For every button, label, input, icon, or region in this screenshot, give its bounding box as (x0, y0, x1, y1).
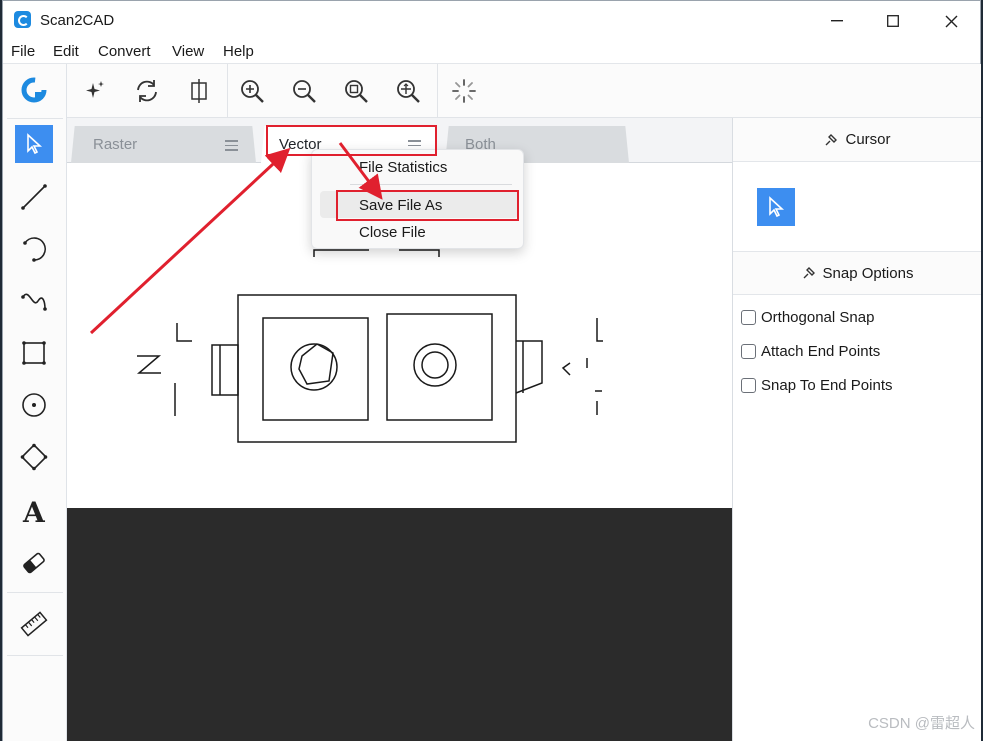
app-logo-icon (14, 11, 31, 28)
snap-to-end-points-option[interactable]: Snap To End Points (741, 377, 892, 394)
close-window-button[interactable] (923, 1, 979, 41)
annotation-box-vector-tab (266, 125, 437, 156)
window-title: Scan2CAD (40, 12, 115, 29)
attach-end-points-checkbox[interactable] (741, 344, 756, 359)
tab-raster-menu-icon[interactable] (225, 140, 238, 154)
workspace-background (67, 508, 732, 741)
circle-tool-icon[interactable] (14, 385, 54, 425)
snap-orthogonal-option[interactable]: Orthogonal Snap (741, 309, 874, 326)
snap-pin-icon (803, 267, 815, 279)
menu-help[interactable]: Help (223, 43, 254, 60)
zoom-region-icon[interactable] (391, 74, 425, 108)
eraser-tool-icon[interactable] (14, 543, 54, 583)
snap-options-header: Snap Options (733, 251, 981, 295)
snap-attach-end-points-option[interactable]: Attach End Points (741, 343, 880, 360)
tab-raster[interactable]: Raster (71, 126, 256, 163)
annotation-box-save-file-as (336, 190, 519, 221)
watermark: CSDN @雷超人 (868, 715, 975, 732)
menu-view[interactable]: View (172, 43, 204, 60)
title-bar: Scan2CAD (3, 1, 980, 41)
line-tool-icon[interactable] (14, 177, 54, 217)
polygon-tool-icon[interactable] (14, 437, 54, 477)
cursor-section-header: Cursor (733, 118, 981, 162)
menu-item-file-statistics[interactable]: File Statistics (359, 159, 447, 176)
menu-item-close-file[interactable]: Close File (359, 224, 426, 241)
zoom-in-icon[interactable] (235, 74, 269, 108)
svg-text:A: A (22, 497, 46, 525)
maximize-button[interactable] (865, 1, 921, 41)
app-window: Scan2CAD File Edit Convert View Help A R… (2, 0, 981, 741)
menu-bar: File Edit Convert View Help (3, 41, 980, 64)
menu-convert[interactable]: Convert (98, 43, 151, 60)
loading-icon (447, 74, 481, 108)
curve-tool-icon[interactable] (14, 281, 54, 321)
menu-edit[interactable]: Edit (53, 43, 79, 60)
ruler-tool-icon[interactable] (14, 604, 54, 644)
rectangle-tool-icon[interactable] (14, 333, 54, 373)
properties-panel: Cursor Snap Options Orthogonal Snap Atta… (732, 118, 981, 741)
top-toolbar (67, 64, 981, 118)
menu-separator (350, 184, 512, 185)
zoom-fit-icon[interactable] (339, 74, 373, 108)
rotate-icon[interactable] (130, 74, 164, 108)
select-tool-icon[interactable] (15, 125, 53, 163)
snap-to-end-points-checkbox[interactable] (741, 378, 756, 393)
crop-icon[interactable] (182, 74, 216, 108)
left-toolbar: A (3, 64, 67, 741)
scan2cad-home-icon[interactable] (14, 70, 54, 110)
minimize-button[interactable] (809, 1, 865, 41)
cursor-select-button[interactable] (757, 188, 795, 226)
text-tool-icon[interactable]: A (14, 491, 54, 531)
arc-tool-icon[interactable] (14, 229, 54, 269)
menu-file[interactable]: File (11, 43, 35, 60)
orthogonal-snap-checkbox[interactable] (741, 310, 756, 325)
cursor-pin-icon (825, 133, 838, 145)
magic-wand-icon[interactable] (77, 74, 111, 108)
zoom-out-icon[interactable] (287, 74, 321, 108)
